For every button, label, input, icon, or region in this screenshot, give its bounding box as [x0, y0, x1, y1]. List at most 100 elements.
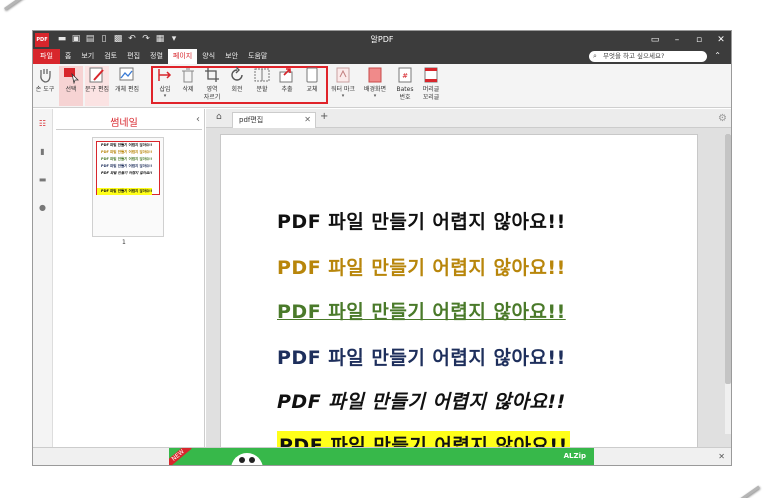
comment-icon[interactable]: ▬: [37, 175, 48, 185]
ad-close-icon[interactable]: ✕: [718, 452, 725, 461]
thumbnail-panel-title: 썸네일: [110, 118, 138, 129]
bookmark-icon[interactable]: ▮: [37, 147, 48, 157]
menu-help[interactable]: 도움말: [243, 49, 272, 64]
window-title: 알PDF: [370, 35, 394, 44]
decorative-corner-top-left: [4, 0, 44, 11]
delete-button[interactable]: 삭제: [176, 66, 200, 94]
gear-icon[interactable]: ⚙: [718, 113, 727, 124]
bates-number-button[interactable]: # Bates 번호: [393, 66, 417, 102]
rotate-icon: [231, 66, 243, 81]
ribbon-collapse-icon[interactable]: ⌃: [714, 51, 721, 60]
search-panel-icon[interactable]: ●: [37, 203, 48, 213]
watermark-dropdown-icon[interactable]: ▾: [331, 94, 355, 99]
svg-text:#: #: [402, 72, 408, 80]
header-footer-label-1: 머리글: [422, 86, 440, 93]
hand-icon: [40, 69, 51, 83]
thumb-line-4: PDF 파일 만들기 어렵지 않아요!!: [101, 164, 153, 168]
menu-security[interactable]: 보안: [220, 49, 243, 64]
panel-divider: [56, 129, 202, 130]
thumbnails-panel-icon[interactable]: ☷: [37, 119, 48, 129]
document-tab-label: pdf편집: [239, 116, 264, 124]
home-tab-icon[interactable]: ⌂: [216, 112, 222, 122]
window-controls: ▭ – ▫ ✕: [649, 33, 727, 47]
thumb-line-5: PDF 파일 만들기 어렵지 않아요!!: [101, 171, 153, 175]
page-thumbnail[interactable]: PDF 파일 만들기 어렵지 않아요!! PDF 파일 만들기 어렵지 않아요!…: [92, 137, 164, 237]
menu-edit[interactable]: 편집: [122, 49, 145, 64]
select-label: 선택: [65, 86, 77, 93]
insert-page-icon: [158, 69, 172, 81]
ad-new-badge: NEW: [169, 448, 192, 465]
ribbon-display-icon[interactable]: ▭: [649, 33, 661, 47]
search-placeholder: 무엇을 하고 싶으세요?: [603, 52, 665, 60]
delete-label: 삭제: [182, 86, 194, 93]
trash-icon: [182, 68, 194, 83]
menu-arrange[interactable]: 정렬: [145, 49, 168, 64]
scrollbar-thumb[interactable]: [725, 134, 731, 384]
ad-mascot-icon: [231, 453, 263, 465]
search-input[interactable]: ⌕ 무엇을 하고 싶으세요?: [589, 51, 707, 62]
advertisement-banner[interactable]: NEW ALZip: [169, 448, 594, 465]
insert-dropdown-icon[interactable]: ▾: [153, 94, 177, 99]
crop-label-1: 영역: [206, 86, 218, 93]
object-edit-icon: [119, 67, 134, 81]
document-viewer: PDF 파일 만들기 어렵지 않아요!! PDF 파일 만들기 어렵지 않아요!…: [206, 128, 731, 464]
minimize-icon[interactable]: –: [671, 33, 683, 47]
add-tab-icon[interactable]: +: [320, 111, 328, 122]
doc-line-green-underlined: PDF 파일 만들기 어렵지 않아요!!: [277, 301, 566, 323]
object-edit-label: 개체 편집: [115, 86, 139, 93]
menu-bar: 파일 홈 보기 검토 편집 정렬 페이지 양식 보안 도움말 ⌕ 무엇을 하고 …: [33, 49, 731, 64]
ribbon-toolbar: 손 도구 선택 문구 편집 개체 편집 삽입 ▾ 삭제 영역 자르기 회전 분할…: [33, 64, 731, 108]
text-edit-button[interactable]: 문구 편집: [85, 66, 109, 106]
select-button[interactable]: 선택: [59, 66, 83, 106]
background-button[interactable]: 배경화면 ▾: [363, 66, 387, 99]
crop-button[interactable]: 영역 자르기: [200, 66, 224, 102]
left-sidebar-strip: ☷ ▮ ▬ ●: [33, 109, 53, 447]
menu-view[interactable]: 보기: [76, 49, 99, 64]
thumbnail-page-number: 1: [122, 239, 126, 246]
menu-tabs: 파일 홈 보기 검토 편집 정렬 페이지 양식 보안 도움말: [33, 49, 272, 64]
insert-button[interactable]: 삽입 ▾: [153, 66, 177, 99]
header-footer-button[interactable]: 머리글 꼬리글: [419, 66, 443, 102]
crop-label-2: 자르기: [203, 94, 221, 101]
background-dropdown-icon[interactable]: ▾: [363, 94, 387, 99]
rotate-button[interactable]: 회전: [225, 66, 249, 94]
page-thumbnail-preview: PDF 파일 만들기 어렵지 않아요!! PDF 파일 만들기 어렵지 않아요!…: [96, 141, 160, 195]
replace-button[interactable]: 교체: [300, 66, 324, 94]
text-edit-icon: [89, 67, 104, 83]
vertical-scrollbar[interactable]: [725, 134, 731, 434]
extract-button[interactable]: 추출: [275, 66, 299, 94]
watermark-button[interactable]: 워터 마크 ▾: [331, 66, 355, 99]
document-tab-bar: ⌂ pdf편집 ✕ + ⚙: [206, 109, 731, 128]
document-page: PDF 파일 만들기 어렵지 않아요!! PDF 파일 만들기 어렵지 않아요!…: [220, 134, 698, 464]
doc-line-italic: PDF 파일 만들기 어렵지 않아요!!: [277, 391, 566, 413]
menu-form[interactable]: 양식: [197, 49, 220, 64]
decorative-corner-bottom-right: [720, 485, 760, 498]
doc-line-gold: PDF 파일 만들기 어렵지 않아요!!: [277, 257, 566, 279]
thumb-line-6: PDF 파일 만들기 어렵지 않아요!!: [97, 188, 153, 195]
maximize-icon[interactable]: ▫: [693, 33, 705, 47]
tab-close-icon[interactable]: ✕: [304, 113, 311, 127]
title-bar: PDF ▬ ▣ ▤ ▯ ▩ ↶ ↷ ▦ ▾ 알PDF ▭ – ▫ ✕: [33, 31, 731, 49]
rotate-label: 회전: [231, 86, 243, 93]
panel-collapse-icon[interactable]: ‹: [196, 114, 200, 125]
hand-tool-button[interactable]: 손 도구: [33, 66, 57, 94]
mascot-eye-right: [249, 457, 255, 463]
extract-label: 추출: [281, 86, 293, 93]
document-tab[interactable]: pdf편집 ✕: [232, 112, 316, 128]
menu-page[interactable]: 페이지: [167, 49, 198, 64]
menu-review[interactable]: 검토: [99, 49, 122, 64]
split-button[interactable]: 분할: [250, 66, 274, 94]
object-edit-button[interactable]: 개체 편집: [115, 66, 139, 94]
doc-line-navy: PDF 파일 만들기 어렵지 않아요!!: [277, 347, 566, 369]
menu-file[interactable]: 파일: [33, 49, 60, 64]
doc-line-black: PDF 파일 만들기 어렵지 않아요!!: [277, 211, 566, 233]
thumbnail-panel: 썸네일 ‹ PDF 파일 만들기 어렵지 않아요!! PDF 파일 만들기 어렵…: [54, 109, 205, 447]
status-bar: NEW ALZip ✕: [33, 447, 731, 465]
menu-home[interactable]: 홈: [60, 49, 76, 64]
close-icon[interactable]: ✕: [715, 33, 727, 47]
mascot-eye-left: [239, 457, 245, 463]
extract-icon: [279, 68, 293, 83]
thumb-line-3: PDF 파일 만들기 어렵지 않아요!!: [101, 157, 153, 161]
header-footer-label-2: 꼬리글: [422, 94, 440, 101]
watermark-icon: [336, 67, 350, 83]
